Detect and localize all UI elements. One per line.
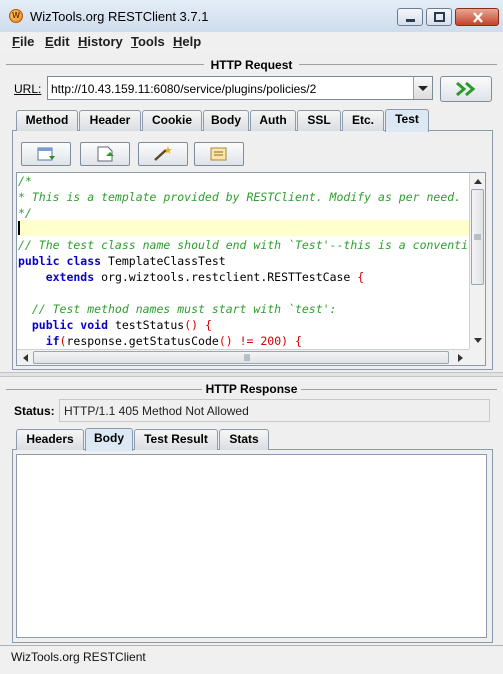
code-token: () != 200) { — [218, 334, 302, 348]
code-line: public void testStatus() { — [18, 317, 212, 333]
test-script-editor[interactable]: /* * This is a template provided by RESTC… — [16, 172, 486, 366]
status-label: Status: — [14, 404, 55, 418]
tab-auth[interactable]: Auth — [250, 110, 296, 131]
code-token: response.getStatusCode — [66, 334, 219, 348]
tab-ssl[interactable]: SSL — [297, 110, 341, 131]
code-token: public void — [18, 318, 115, 332]
title-bar: W WizTools.org RESTClient 3.7.1 — [0, 0, 503, 33]
current-line-highlight — [17, 220, 469, 236]
code-line: extends org.wiztools.restclient.RESTTest… — [18, 269, 365, 285]
request-section-title: HTTP Request — [210, 58, 293, 72]
code-line: public class TemplateClassTest — [18, 253, 226, 269]
scroll-up-icon — [474, 179, 482, 184]
magic-wand-icon — [154, 146, 172, 161]
tab-header[interactable]: Header — [79, 110, 141, 131]
grip-icon — [244, 354, 250, 361]
status-field: HTTP/1.1 405 Method Not Allowed — [59, 399, 490, 422]
send-request-button[interactable] — [440, 76, 492, 102]
double-arrow-right-icon — [456, 81, 476, 97]
horizontal-scrollbar[interactable] — [17, 349, 469, 365]
tab-etc[interactable]: Etc. — [342, 110, 384, 131]
run-test-button[interactable] — [138, 142, 188, 166]
url-history-dropdown[interactable] — [413, 77, 432, 99]
code-token: testStatus — [114, 318, 185, 332]
vertical-scroll-thumb[interactable] — [471, 189, 484, 285]
scroll-left-icon — [23, 354, 28, 362]
open-test-file-button[interactable] — [80, 142, 130, 166]
menu-edit[interactable]: Edit — [45, 34, 70, 49]
code-line: // Test method names must start with `te… — [18, 301, 337, 317]
code-token: * This is a template provided by RESTCli… — [18, 190, 462, 204]
grip-icon — [474, 234, 481, 240]
code-line: */ — [18, 205, 32, 221]
window-title: WizTools.org RESTClient 3.7.1 — [30, 9, 209, 24]
code-token: TemplateClassTest — [108, 254, 226, 268]
url-input[interactable]: http://10.43.159.11:6080/service/plugins… — [47, 76, 433, 100]
code-token: () { — [184, 318, 212, 332]
vertical-scrollbar[interactable] — [469, 173, 485, 349]
status-bar-text: WizTools.org RESTClient — [11, 650, 146, 664]
scroll-right-icon — [458, 354, 463, 362]
code-line: * This is a template provided by RESTCli… — [18, 189, 461, 205]
status-bar: WizTools.org RESTClient — [0, 645, 503, 674]
response-body-area[interactable] — [16, 454, 487, 638]
divider — [301, 389, 497, 390]
menu-bar: File Edit History Tools Help — [0, 32, 503, 52]
tab-cookie[interactable]: Cookie — [142, 110, 202, 131]
url-label: URL: — [14, 82, 42, 96]
tab-body[interactable]: Body — [203, 110, 249, 131]
code-line: if(response.getStatusCode() != 200) { — [18, 333, 302, 349]
tab-method[interactable]: Method — [16, 110, 78, 131]
code-token: */ — [18, 206, 32, 220]
menu-tools[interactable]: Tools — [131, 34, 165, 49]
minimize-icon — [406, 19, 415, 22]
code-line: /* — [18, 173, 32, 189]
code-token: // The test class name should end with `… — [18, 238, 469, 252]
code-token: org.wiztools.restclient.RESTTestCase — [101, 270, 358, 284]
close-icon — [473, 12, 483, 23]
maximize-icon — [434, 12, 445, 22]
code-token: /* — [18, 174, 32, 188]
view-test-button[interactable] — [194, 142, 244, 166]
template-icon — [37, 147, 55, 161]
tab-test-result[interactable]: Test Result — [134, 429, 218, 450]
url-value[interactable]: http://10.43.159.11:6080/service/plugins… — [51, 82, 316, 96]
menu-file[interactable]: File — [12, 34, 34, 49]
menu-help[interactable]: Help — [173, 34, 201, 49]
code-line: // The test class name should end with `… — [18, 237, 468, 253]
horizontal-scroll-thumb[interactable] — [33, 351, 449, 364]
divider — [299, 64, 497, 65]
app-icon: W — [9, 9, 23, 23]
menu-history[interactable]: History — [78, 34, 123, 49]
chevron-down-icon — [418, 86, 428, 91]
tab-test[interactable]: Test — [385, 109, 429, 132]
code-token: public class — [18, 254, 109, 268]
split-pane-divider[interactable] — [0, 372, 503, 377]
maximize-button[interactable] — [426, 8, 452, 26]
notepad-icon — [210, 147, 227, 161]
scroll-down-icon — [474, 338, 482, 343]
insert-template-button[interactable] — [21, 142, 71, 166]
scroll-corner — [469, 349, 485, 365]
close-button[interactable] — [455, 8, 499, 26]
code-token: extends — [18, 270, 102, 284]
tab-stats[interactable]: Stats — [219, 429, 269, 450]
minimize-button[interactable] — [397, 8, 423, 26]
tab-response-body[interactable]: Body — [85, 428, 133, 451]
code-token: if — [18, 334, 60, 348]
tab-headers[interactable]: Headers — [16, 429, 84, 450]
status-value: HTTP/1.1 405 Method Not Allowed — [64, 404, 249, 418]
code-token: // Test method names must start with `te… — [18, 302, 337, 316]
open-file-icon — [97, 146, 114, 162]
text-caret — [18, 221, 20, 235]
code-token: { — [357, 270, 365, 284]
